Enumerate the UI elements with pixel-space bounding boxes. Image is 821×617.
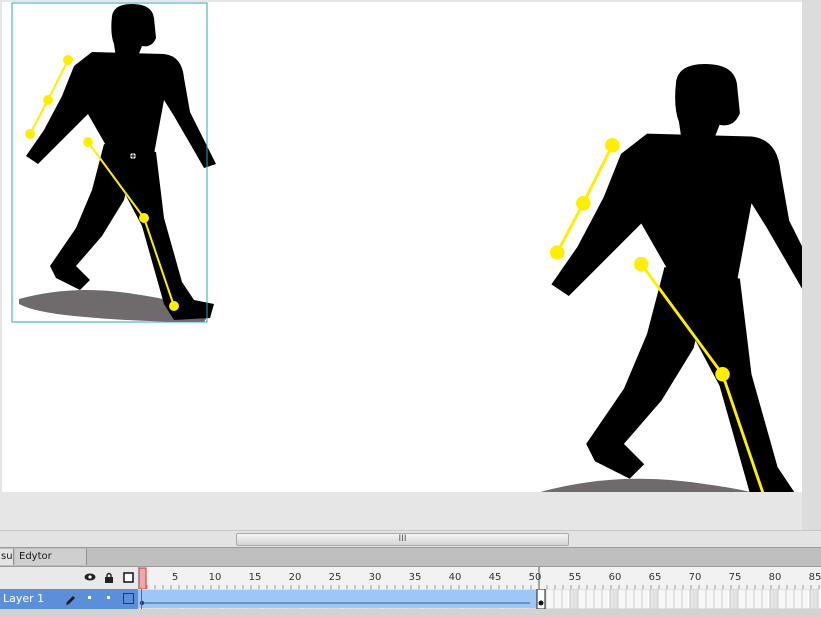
frame-cell[interactable] [681, 588, 691, 610]
ruler-tick-label: 75 [729, 572, 742, 583]
frame-cell[interactable] [577, 588, 587, 610]
frame-cell[interactable] [553, 588, 563, 610]
ruler-tick-label: 40 [449, 572, 462, 583]
frame-cells [137, 588, 821, 610]
frame-cell[interactable] [641, 588, 651, 610]
frame-cell[interactable] [753, 588, 763, 610]
padlock-icon[interactable] [104, 572, 114, 586]
ruler-tick-label: 80 [769, 572, 782, 583]
frame-ruler-ticks: 5 10 15 20 25 30 35 40 45 50 55 60 65 70 75 80 85 [138, 567, 821, 590]
playhead[interactable] [138, 567, 147, 590]
ruler-tick-label: 5 [172, 572, 178, 583]
frame-cell[interactable] [777, 588, 787, 610]
panel-tab-bar: su Edytor ruchu [0, 548, 821, 578]
frame-cell[interactable] [673, 588, 683, 610]
ruler-tick-label: 85 [809, 572, 821, 583]
frame-cell[interactable] [657, 588, 667, 610]
layer-frames[interactable] [137, 588, 821, 610]
frame-cell[interactable] [593, 588, 603, 610]
frame-cell[interactable] [721, 588, 731, 610]
frame-cell[interactable] [545, 588, 555, 610]
layer-color-swatch[interactable] [123, 593, 134, 604]
ruler-tick-label: 15 [249, 572, 262, 583]
unlocked-dot[interactable] [107, 596, 110, 599]
ruler-tick-label: 20 [289, 572, 302, 583]
stage-artwork [11, 2, 802, 492]
eye-icon[interactable] [84, 572, 96, 585]
stage-gutter [802, 0, 821, 530]
frame-cell[interactable] [769, 588, 779, 610]
end-keyframe[interactable] [538, 600, 544, 606]
tab-motion-editor[interactable]: Edytor ruchu [15, 549, 87, 578]
frame-cell[interactable] [713, 588, 723, 610]
timeline-panel: su Edytor ruchu 510152025303540455055606… [0, 547, 821, 617]
frame-cell[interactable] [793, 588, 803, 610]
frame-cell[interactable] [809, 588, 819, 610]
frame-cell[interactable] [729, 588, 739, 610]
stage-area [0, 0, 821, 530]
frame-ruler[interactable]: 5 10 15 20 25 30 35 40 45 50 55 60 65 70 75 80 85 [138, 567, 821, 590]
ruler-tick-label: 25 [329, 572, 342, 583]
layer-name[interactable]: Layer 1 [3, 592, 44, 605]
outline-square-icon[interactable] [123, 572, 134, 586]
tween-span[interactable] [138, 590, 538, 608]
frame-cell[interactable] [609, 588, 619, 610]
frame-cell[interactable] [785, 588, 795, 610]
ruler-tick-label: 70 [689, 572, 702, 583]
scrollbar-thumb[interactable]: III [236, 533, 569, 546]
tab-timeline[interactable]: su [0, 549, 14, 565]
frame-cell[interactable] [665, 588, 675, 610]
layer-row[interactable]: Layer 1 [0, 588, 821, 610]
frame-cell[interactable] [737, 588, 747, 610]
horizontal-scrollbar[interactable]: III [0, 530, 821, 547]
frame-cell[interactable] [569, 588, 579, 610]
frame-cell[interactable] [617, 588, 627, 610]
frame-cell[interactable] [801, 588, 811, 610]
frame-cell[interactable] [761, 588, 771, 610]
ruler-tick-label: 55 [569, 572, 582, 583]
frame-cell[interactable] [705, 588, 715, 610]
stage[interactable] [2, 2, 802, 492]
ruler-tick-label: 30 [369, 572, 382, 583]
ruler-tick-label: 60 [609, 572, 622, 583]
ruler-tick-label: 65 [649, 572, 662, 583]
ruler-tick-label: 10 [209, 572, 222, 583]
frame-cell[interactable] [585, 588, 595, 610]
frame-cell[interactable] [697, 588, 707, 610]
ruler-tick-label: 45 [489, 572, 502, 583]
frame-cell[interactable] [601, 588, 611, 610]
visible-dot[interactable] [88, 596, 91, 599]
timeline-header-row: 5 10 15 20 25 30 35 40 45 50 55 60 65 70 75 80 85 [0, 567, 821, 590]
frame-cell[interactable] [633, 588, 643, 610]
frame-cell[interactable] [561, 588, 571, 610]
end-frame[interactable] [536, 588, 546, 610]
layer-name-cell[interactable]: Layer 1 [0, 589, 138, 609]
frame-cell[interactable] [625, 588, 635, 610]
frame-cell[interactable] [745, 588, 755, 610]
frame-cell[interactable] [689, 588, 699, 610]
frame-cell[interactable] [649, 588, 659, 610]
ruler-tick-label: 35 [409, 572, 422, 583]
